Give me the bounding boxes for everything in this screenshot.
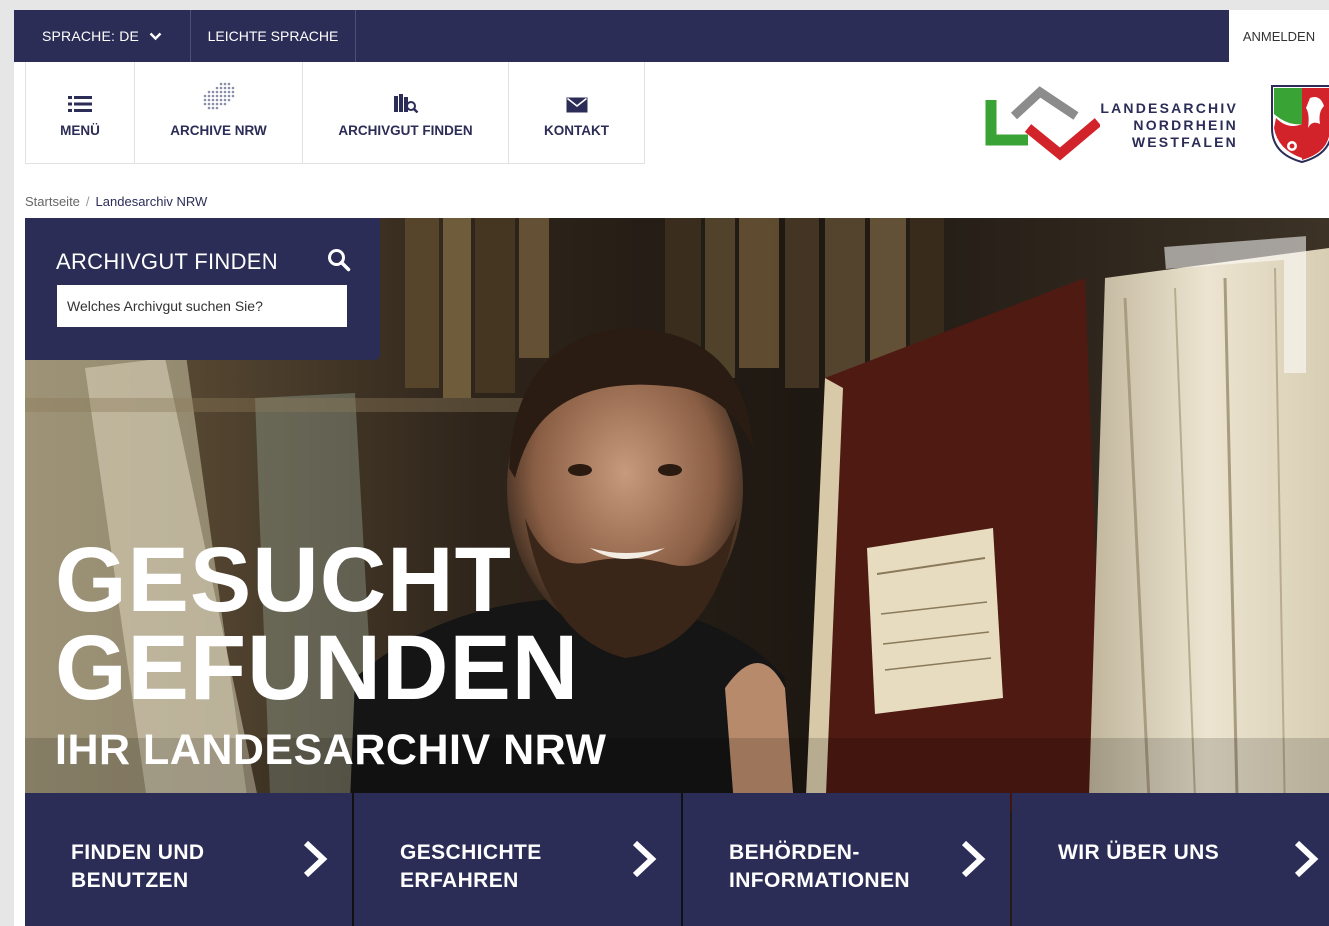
hero-banner: ARCHIVGUT FINDEN GESUCHT GEFUNDEN IHR LA… <box>25 218 1329 926</box>
landesarchiv-logo[interactable]: LANDESARCHIV NORDRHEIN WESTFALEN <box>980 82 1329 166</box>
tile-label: WIR ÜBER UNS <box>1058 841 1220 864</box>
main-nav: MENÜ ARCHIVE NRW ARCHIVGUT FINDEN KONTAK… <box>25 62 645 164</box>
easy-language-link[interactable]: LEICHTE SPRACHE <box>191 10 356 62</box>
nav-item-archive-nrw[interactable]: ARCHIVE NRW <box>135 62 303 163</box>
hero-headline-line-2: GEFUNDEN <box>55 617 580 719</box>
nav-label: ARCHIVGUT FINDEN <box>338 123 473 138</box>
nrw-map-icon <box>203 82 234 110</box>
breadcrumb-home-link[interactable]: Startseite <box>25 194 80 209</box>
nav-label: ARCHIVE NRW <box>170 123 267 138</box>
archive-search-panel: ARCHIVGUT FINDEN <box>25 218 380 360</box>
breadcrumb-current: Landesarchiv NRW <box>95 194 208 209</box>
top-bar: SPRACHE: DE LEICHTE SPRACHE ANMELDEN <box>14 10 1329 62</box>
chevron-right-icon <box>1294 840 1319 878</box>
tile-wir-ueber-uns[interactable]: WIR ÜBER UNS <box>1012 793 1329 926</box>
search-icon[interactable] <box>327 248 351 272</box>
logo-line-3: WESTFALEN <box>1131 134 1238 150</box>
chevron-down-icon <box>149 32 162 40</box>
breadcrumb: Startseite / Landesarchiv NRW <box>25 194 207 209</box>
search-title: ARCHIVGUT FINDEN <box>56 249 278 274</box>
hero-headline-line-1: GESUCHT <box>55 529 512 631</box>
breadcrumb-separator: / <box>85 194 90 209</box>
chevron-right-icon <box>303 840 328 878</box>
logo-text: LANDESARCHIV NORDRHEIN WESTFALEN <box>1092 100 1238 151</box>
nav-item-archivgut-finden[interactable]: ARCHIVGUT FINDEN <box>303 62 509 163</box>
tile-behoerden-informationen[interactable]: BEHÖRDEN- INFORMATIONEN <box>683 793 1010 926</box>
menu-list-icon <box>68 96 92 112</box>
page: SPRACHE: DE LEICHTE SPRACHE ANMELDEN MEN… <box>14 10 1329 926</box>
hero-headline: GESUCHT GEFUNDEN <box>55 529 580 719</box>
chevron-right-icon <box>961 840 986 878</box>
search-input[interactable] <box>57 285 347 327</box>
nav-label: KONTAKT <box>544 123 609 138</box>
nav-item-kontakt[interactable]: KONTAKT <box>509 62 644 163</box>
language-selector[interactable]: SPRACHE: DE <box>14 10 191 62</box>
nav-item-menu[interactable]: MENÜ <box>26 62 135 163</box>
login-button[interactable]: ANMELDEN <box>1229 10 1329 62</box>
logo-line-2: NORDRHEIN <box>1133 117 1238 133</box>
language-label: SPRACHE: DE <box>41 28 140 44</box>
nav-label: MENÜ <box>60 123 100 138</box>
lav-logo-mark <box>985 86 1100 161</box>
envelope-icon <box>566 97 587 113</box>
chevron-right-icon <box>632 840 657 878</box>
tile-label: GESCHICHTE ERFAHREN <box>400 841 542 892</box>
nrw-coat-of-arms-icon <box>1271 85 1329 164</box>
tile-geschichte-erfahren[interactable]: GESCHICHTE ERFAHREN <box>354 793 681 926</box>
hero-subline: IHR LANDESARCHIV NRW <box>55 726 607 774</box>
teaser-tiles: FINDEN UND BENUTZEN GESCHICHTE ERFAHREN … <box>25 793 1329 926</box>
tile-label: FINDEN UND BENUTZEN <box>71 841 205 892</box>
book-search-icon <box>393 94 418 113</box>
tile-finden-und-benutzen[interactable]: FINDEN UND BENUTZEN <box>25 793 352 926</box>
logo-line-1: LANDESARCHIV <box>1100 100 1238 116</box>
tile-label: BEHÖRDEN- INFORMATIONEN <box>729 841 910 892</box>
